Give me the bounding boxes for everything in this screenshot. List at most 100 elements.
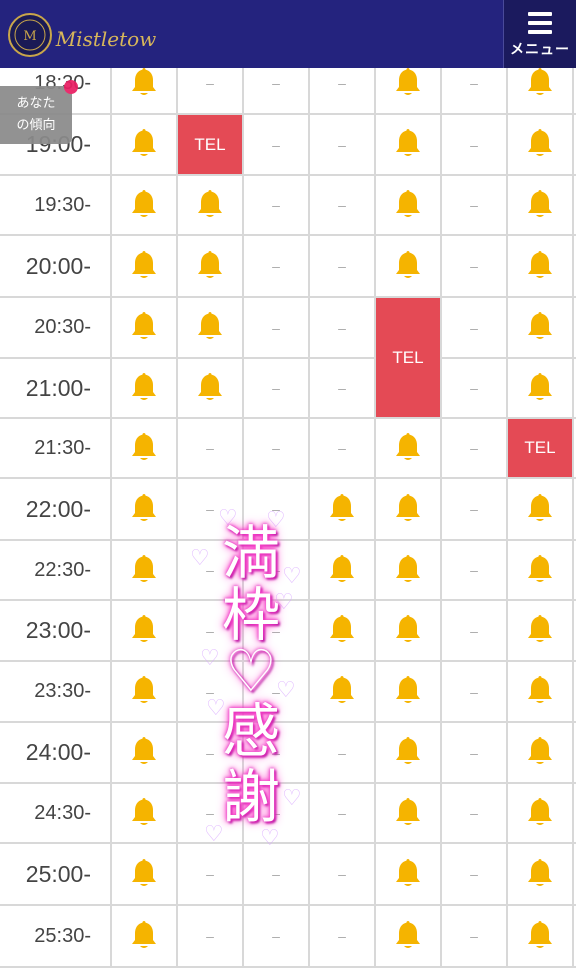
bell-icon [393, 735, 423, 770]
bell-icon [525, 371, 555, 406]
unavailable-cell: – [244, 844, 310, 904]
unavailable-cell: – [244, 906, 310, 966]
unavailable-cell: – [244, 176, 310, 234]
reservation-bell-cell[interactable] [112, 844, 178, 904]
reservation-bell-cell[interactable] [508, 601, 574, 660]
reservation-bell-cell[interactable] [508, 359, 574, 417]
reservation-bell-cell[interactable] [376, 844, 442, 904]
unavailable-cell: – [310, 723, 376, 782]
bell-icon [393, 919, 423, 954]
reservation-bell-cell[interactable] [112, 601, 178, 660]
time-slot-label: 21:30- [0, 419, 112, 477]
reservation-bell-cell[interactable] [508, 906, 574, 966]
reservation-bell-cell[interactable] [508, 541, 574, 599]
reservation-bell-cell[interactable] [310, 601, 376, 660]
bell-icon [525, 492, 555, 527]
reservation-bell-cell[interactable] [112, 784, 178, 842]
schedule-row: 21:00- – – – [0, 359, 576, 419]
bell-icon [525, 919, 555, 954]
reservation-bell-cell[interactable] [310, 541, 376, 599]
reservation-bell-cell[interactable] [178, 236, 244, 296]
reservation-bell-cell[interactable] [112, 115, 178, 174]
unavailable-cell: – [310, 419, 376, 477]
reservation-bell-cell[interactable] [112, 298, 178, 357]
unavailable-cell: – [244, 419, 310, 477]
reservation-bell-cell[interactable] [112, 479, 178, 539]
bell-icon [393, 431, 423, 466]
reservation-bell-cell[interactable] [376, 176, 442, 234]
svg-text:M: M [23, 29, 36, 44]
stamp-heart: ♡ [225, 637, 277, 705]
reservation-bell-cell[interactable] [112, 662, 178, 721]
notification-dot [64, 80, 78, 94]
bell-icon [525, 188, 555, 223]
badge-line-1: あなた [16, 96, 56, 111]
unavailable-cell: – [442, 176, 508, 234]
reservation-bell-cell[interactable] [508, 784, 574, 842]
time-slot-label: 22:30- [0, 541, 112, 599]
site-logo[interactable]: M Mistletow [6, 10, 166, 60]
unavailable-cell: – [310, 784, 376, 842]
bell-icon [393, 188, 423, 223]
reservation-bell-cell[interactable] [376, 784, 442, 842]
reservation-bell-cell[interactable] [376, 419, 442, 477]
bell-icon [525, 310, 555, 345]
unavailable-cell: – [244, 236, 310, 296]
tel-button[interactable]: TEL [376, 298, 440, 417]
reservation-bell-cell[interactable] [508, 723, 574, 782]
reservation-bell-cell[interactable] [508, 298, 574, 357]
reservation-bell-cell[interactable] [310, 479, 376, 539]
reservation-bell-cell[interactable] [508, 176, 574, 234]
reservation-bell-cell[interactable] [178, 176, 244, 234]
reservation-bell-cell[interactable] [178, 359, 244, 417]
unavailable-cell: – [442, 601, 508, 660]
reservation-bell-cell[interactable] [376, 601, 442, 660]
bell-icon [129, 553, 159, 588]
unavailable-cell: – [442, 723, 508, 782]
reservation-bell-cell[interactable] [112, 419, 178, 477]
reservation-bell-cell[interactable] [508, 479, 574, 539]
time-slot-label: 21:00- [0, 359, 112, 417]
bell-icon [393, 66, 423, 101]
reservation-bell-cell[interactable] [508, 662, 574, 721]
reservation-bell-cell[interactable] [112, 906, 178, 966]
tendency-badge[interactable]: あなた の傾向 [0, 80, 78, 144]
reservation-bell-cell[interactable] [376, 115, 442, 174]
reservation-bell-cell[interactable] [376, 479, 442, 539]
reservation-bell-cell[interactable] [508, 115, 574, 174]
schedule-row: 25:00- – – – – [0, 844, 576, 906]
bell-icon [129, 613, 159, 648]
schedule-row: 20:00- – – – [0, 236, 576, 298]
reservation-bell-cell[interactable] [112, 359, 178, 417]
menu-label: メニュー [510, 42, 570, 58]
reservation-bell-cell[interactable] [508, 236, 574, 296]
reservation-bell-cell[interactable] [112, 723, 178, 782]
tel-button[interactable]: TEL [178, 115, 242, 174]
reservation-bell-cell[interactable] [112, 176, 178, 234]
menu-button[interactable]: メニュー [503, 0, 576, 68]
badge-line-2: の傾向 [16, 118, 56, 133]
time-slot-label: 25:00- [0, 844, 112, 904]
bell-icon [327, 492, 357, 527]
bell-icon [129, 66, 159, 101]
unavailable-cell: – [442, 419, 508, 477]
reservation-bell-cell[interactable] [376, 236, 442, 296]
reservation-bell-cell[interactable] [310, 662, 376, 721]
tel-button[interactable]: TEL [508, 419, 572, 477]
bell-icon [129, 735, 159, 770]
reservation-bell-cell[interactable] [376, 906, 442, 966]
unavailable-cell: – [442, 479, 508, 539]
reservation-bell-cell[interactable] [112, 541, 178, 599]
reservation-bell-cell[interactable] [112, 236, 178, 296]
reservation-bell-cell[interactable] [178, 298, 244, 357]
bell-icon [129, 431, 159, 466]
bell-icon [129, 674, 159, 709]
bell-icon [195, 188, 225, 223]
schedule-row: 19:00- – – – [0, 115, 576, 176]
bell-icon [525, 613, 555, 648]
bell-icon [129, 492, 159, 527]
reservation-bell-cell[interactable] [376, 662, 442, 721]
reservation-bell-cell[interactable] [376, 541, 442, 599]
reservation-bell-cell[interactable] [508, 844, 574, 904]
reservation-bell-cell[interactable] [376, 723, 442, 782]
